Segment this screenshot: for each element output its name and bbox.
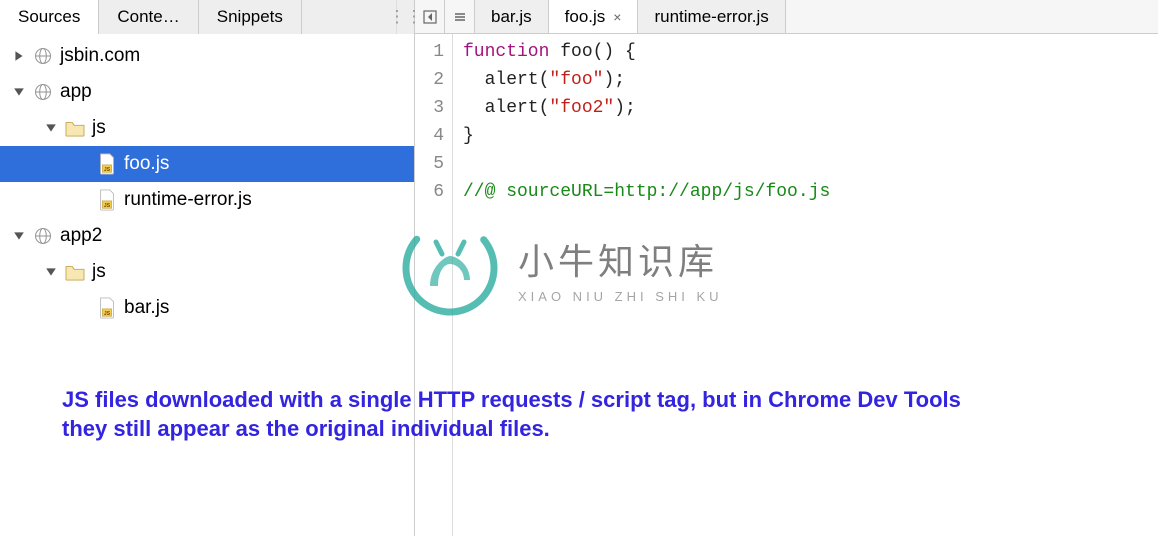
tree-item-label: jsbin.com	[60, 45, 406, 67]
chevron-down-icon[interactable]	[12, 229, 26, 243]
js-file-icon: JS	[96, 189, 118, 211]
file-tree-file[interactable]: JS bar.js	[0, 290, 414, 326]
editor-panel: bar.js foo.js × runtime-error.js 1 2 3 4 5 …	[415, 0, 1158, 536]
file-tree-folder[interactable]: js	[0, 110, 414, 146]
svg-text:JS: JS	[104, 167, 111, 173]
tree-item-label: foo.js	[124, 153, 406, 175]
tree-item-label: js	[92, 117, 406, 139]
chevron-down-icon[interactable]	[12, 85, 26, 99]
tab-sources[interactable]: Sources	[0, 0, 99, 34]
tree-item-label: bar.js	[124, 297, 406, 319]
folder-icon	[64, 261, 86, 283]
editor-tab[interactable]: runtime-error.js	[638, 0, 785, 33]
code-gutter: 1 2 3 4 5 6	[415, 34, 453, 536]
drag-handle-icon[interactable]: ⋮⋮	[396, 0, 414, 34]
file-tree-file[interactable]: JS foo.js	[0, 146, 414, 182]
chevron-right-icon[interactable]	[76, 157, 90, 171]
editor-tab-label: bar.js	[491, 7, 532, 27]
tab-snippets[interactable]: Snippets	[199, 0, 302, 34]
close-icon[interactable]: ×	[613, 9, 621, 25]
editor-tabbar: bar.js foo.js × runtime-error.js	[415, 0, 1158, 34]
nav-list-icon[interactable]	[445, 0, 475, 33]
tab-content-scripts[interactable]: Conte…	[99, 0, 198, 34]
tree-item-label: runtime-error.js	[124, 189, 406, 211]
chevron-right-icon[interactable]	[12, 49, 26, 63]
globe-icon	[32, 45, 54, 67]
svg-text:JS: JS	[104, 203, 111, 209]
chevron-down-icon[interactable]	[44, 265, 58, 279]
js-file-icon: JS	[96, 297, 118, 319]
annotation-caption: JS files downloaded with a single HTTP r…	[62, 385, 1008, 443]
file-tree-file[interactable]: JS runtime-error.js	[0, 182, 414, 218]
file-tree-domain[interactable]: app2	[0, 218, 414, 254]
tree-item-label: js	[92, 261, 406, 283]
js-file-icon: JS	[96, 153, 118, 175]
tab-label: Conte…	[117, 7, 179, 27]
left-tabbar: Sources Conte… Snippets ⋮⋮	[0, 0, 414, 34]
editor-tab[interactable]: bar.js	[475, 0, 549, 33]
folder-icon	[64, 117, 86, 139]
file-tree-folder[interactable]: js	[0, 254, 414, 290]
chevron-right-icon[interactable]	[76, 301, 90, 315]
code-content: function foo() { alert("foo"); alert("fo…	[453, 34, 1158, 536]
globe-icon	[32, 81, 54, 103]
file-tree-domain[interactable]: jsbin.com	[0, 38, 414, 74]
nav-back-icon[interactable]	[415, 0, 445, 33]
globe-icon	[32, 225, 54, 247]
chevron-down-icon[interactable]	[44, 121, 58, 135]
tree-item-label: app2	[60, 225, 406, 247]
editor-tab-label: runtime-error.js	[654, 7, 768, 27]
file-tree-domain[interactable]: app	[0, 74, 414, 110]
svg-text:JS: JS	[104, 311, 111, 317]
code-editor[interactable]: 1 2 3 4 5 6 function foo() { alert("foo"…	[415, 34, 1158, 536]
editor-tab[interactable]: foo.js ×	[549, 0, 639, 33]
file-tree: jsbin.com app js JS foo.js JS runtime-error.js…	[0, 34, 414, 334]
tab-label: Sources	[18, 7, 80, 27]
editor-tab-label: foo.js	[565, 7, 606, 27]
sources-panel: Sources Conte… Snippets ⋮⋮ jsbin.com app j…	[0, 0, 415, 536]
tab-label: Snippets	[217, 7, 283, 27]
tree-item-label: app	[60, 81, 406, 103]
chevron-right-icon[interactable]	[76, 193, 90, 207]
